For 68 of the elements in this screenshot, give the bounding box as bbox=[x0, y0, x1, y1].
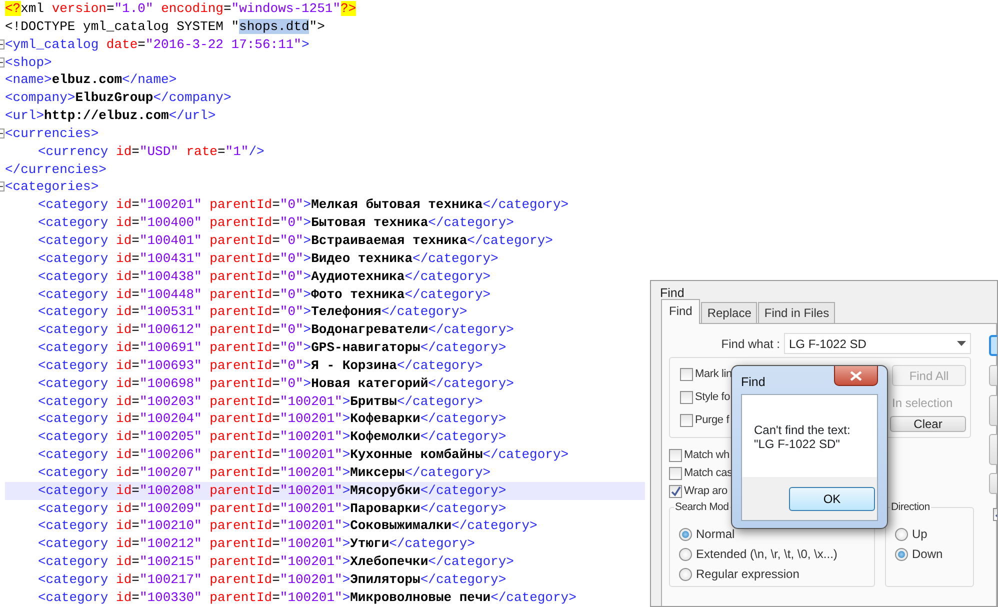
code-line: <category id="100431" parentId="0">Видео техника</category> bbox=[38, 250, 498, 268]
checkbox-label: Match wh bbox=[684, 448, 730, 463]
code-line: <currency id="USD" rate="1"/> bbox=[38, 142, 264, 161]
search-field[interactable]: LG F-1022 SD bbox=[784, 333, 971, 354]
clear-button[interactable]: Clear bbox=[890, 416, 966, 432]
checkbox[interactable] bbox=[669, 484, 682, 498]
close-icon bbox=[850, 370, 862, 380]
caret-icon[interactable] bbox=[957, 341, 966, 346]
code-line: <!DOCTYPE yml_catalog SYSTEM "shops.dtd"> bbox=[5, 18, 325, 36]
code-line: <category id="100207" parentId="100201">Миксеры</category> bbox=[38, 464, 491, 482]
ok-button[interactable]: OK bbox=[789, 486, 875, 510]
code-line: <category id="100205" parentId="100201">Кофемолки</category> bbox=[38, 428, 506, 446]
code-line: </currencies> bbox=[5, 160, 106, 178]
checkbox[interactable] bbox=[680, 368, 693, 380]
dialog-title: Find bbox=[741, 374, 766, 391]
tab[interactable]: Find bbox=[661, 299, 700, 324]
radio-label: Up bbox=[912, 526, 928, 543]
radio-button[interactable] bbox=[679, 528, 692, 540]
radio-label: Extended (\n, \r, \t, \0, \x...) bbox=[696, 546, 838, 563]
code-line: <category id="100691" parentId="0">GPS-навигаторы</category> bbox=[38, 339, 506, 357]
code-line: <category id="100203" parentId="100201">Бритвы</category> bbox=[38, 392, 483, 410]
code-line: <category id="100448" parentId="0">Фото техника</category> bbox=[38, 286, 491, 304]
checkbox-label: Style fo bbox=[695, 390, 730, 405]
radio-button[interactable] bbox=[895, 548, 908, 560]
code-line: <category id="100206" parentId="100201">Кухонные комбайны</category> bbox=[38, 446, 569, 464]
code-line: <category id="100204" parentId="100201">Кофеварки</category> bbox=[38, 410, 506, 428]
radio-label: Down bbox=[912, 546, 943, 563]
code-line: <category id="100698" parentId="0">Новая категорий</category> bbox=[38, 374, 514, 393]
radio-label: Normal bbox=[696, 526, 735, 543]
code-line: <category id="100693" parentId="0">Я - Корзина</category> bbox=[38, 356, 483, 375]
radio-button[interactable] bbox=[679, 568, 692, 580]
code-line: <category id="100212" parentId="100201">Утюги</category> bbox=[38, 535, 475, 554]
code-line: <category id="100215" parentId="100201">Хлебопечки</category> bbox=[38, 553, 514, 571]
tab[interactable]: Find in Files bbox=[758, 302, 836, 323]
code-line: <category id="100400" parentId="0">Бытовая техника</category> bbox=[38, 214, 514, 232]
code-line: <category id="100401" parentId="0">Встраиваемая техника</category> bbox=[38, 232, 553, 250]
field-label: Find what : bbox=[720, 336, 781, 352]
code-line: <category id="100531" parentId="0">Телефония</category> bbox=[38, 303, 468, 322]
radio-label: Regular expression bbox=[696, 566, 800, 583]
code-line: <category id="100330" parentId="100201">Микроволновые печи</category> bbox=[38, 588, 576, 607]
radio-button[interactable] bbox=[895, 528, 908, 540]
dialog-title: Find bbox=[659, 285, 686, 302]
checkbox[interactable] bbox=[680, 390, 693, 404]
checkbox[interactable] bbox=[669, 466, 682, 480]
code-line: <category id="100208" parentId="100201">Мясорубки</category> bbox=[38, 482, 506, 500]
code-line: <company>ElbuzGroup</company> bbox=[5, 89, 232, 108]
code-line: <category id="100201" parentId="0">Мелкая бытовая техника</category> bbox=[38, 196, 569, 214]
code-line: <shop> bbox=[5, 54, 52, 72]
code-line: <categories> bbox=[5, 178, 99, 196]
checkbox-label: Purge f bbox=[695, 412, 730, 428]
tab[interactable]: Replace bbox=[701, 302, 758, 323]
code-line: <category id="100612" parentId="0">Водонагреватели</category> bbox=[38, 321, 514, 340]
code-line: <url>http://elbuz.com</url> bbox=[5, 107, 216, 125]
code-line: <yml_catalog date="2016-3-22 17:56:11"> bbox=[5, 36, 310, 54]
radio-button[interactable] bbox=[679, 548, 692, 560]
code-line: <currencies> bbox=[5, 124, 99, 143]
checkbox[interactable] bbox=[669, 448, 682, 462]
code-line: <category id="100217" parentId="100201">Эпиляторы</category> bbox=[38, 571, 506, 589]
message-text: Can't find the text: "LG F-1022 SD" bbox=[754, 423, 852, 451]
checkbox[interactable] bbox=[680, 414, 693, 426]
code-line: <category id="100209" parentId="100201">Пароварки</category> bbox=[38, 500, 506, 518]
code-line: <?xml version="1.0" encoding="windows-1251"?> bbox=[5, 0, 356, 18]
checkbox-label: In selection bbox=[892, 395, 954, 412]
code-line: <category id="100210" parentId="100201">Соковыжималки</category> bbox=[38, 517, 538, 536]
close-button[interactable] bbox=[834, 366, 878, 386]
code-line: <name>elbuz.com</name> bbox=[5, 71, 177, 90]
checkbox-label: Wrap aro bbox=[684, 484, 728, 499]
code-line: <category id="100438" parentId="0">Аудиотехника</category> bbox=[38, 268, 491, 286]
